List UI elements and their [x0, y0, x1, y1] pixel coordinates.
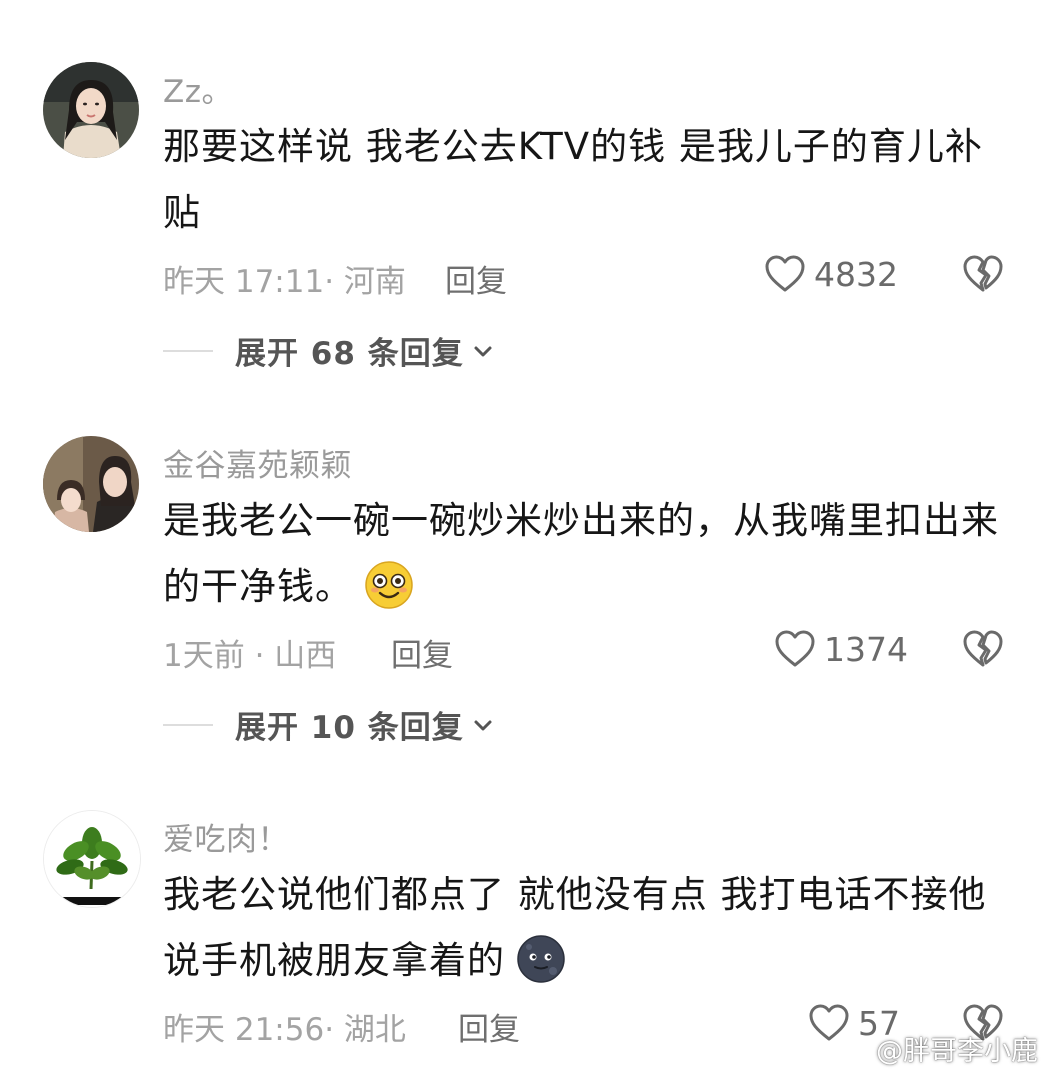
comment-text: 我老公说他们都点了 就他没有点 我打电话不接他说手机被朋友拿着的	[163, 862, 1003, 994]
like-count: 1374	[824, 629, 908, 669]
expand-replies-label: 展开 68 条回复	[235, 336, 464, 372]
reply-button[interactable]: 回复	[391, 630, 453, 675]
username[interactable]: 爱吃肉！	[163, 814, 289, 859]
divider-line	[163, 349, 213, 352]
username[interactable]: Zz。	[163, 66, 233, 111]
comment-meta: 1天前 · 山西	[163, 630, 336, 675]
comment-location: · 河南	[324, 264, 406, 300]
expand-replies-button[interactable]: 展开 10 条回复	[163, 702, 494, 747]
woman-portrait-icon	[43, 62, 139, 158]
chevron-down-icon	[474, 346, 492, 356]
expand-replies-button[interactable]: 展开 68 条回复	[163, 328, 494, 373]
dislike-button[interactable]	[962, 254, 1004, 294]
comment-time: 1天前	[163, 638, 245, 674]
heart-icon	[765, 255, 805, 292]
like-button[interactable]: 4832	[764, 254, 898, 294]
comment-list: Zz。 那要这样说 我老公去KTV的钱 是我儿子的育儿补贴 昨天 17:11· …	[0, 0, 1050, 1080]
comment-time: 昨天 17:11	[163, 264, 325, 300]
plant-icon	[44, 811, 140, 907]
reply-button[interactable]: 回复	[458, 1004, 520, 1049]
dislike-button[interactable]	[962, 629, 1004, 669]
comment-meta: 昨天 21:56· 湖北	[163, 1004, 406, 1049]
broken-heart-icon	[963, 255, 1003, 292]
like-button[interactable]: 1374	[774, 629, 908, 669]
avatar[interactable]	[43, 436, 139, 532]
avatar[interactable]	[43, 62, 139, 158]
chevron-down-icon	[474, 720, 492, 730]
comment-text: 那要这样说 我老公去KTV的钱 是我儿子的育儿补贴	[163, 125, 983, 234]
comment-location: · 山西	[244, 638, 337, 674]
weibo-logo-icon	[830, 1034, 868, 1063]
watermark-text: @胖哥李小鹿	[876, 1036, 1038, 1067]
watermark: @胖哥李小鹿	[830, 1029, 1038, 1068]
new-moon-face-emoji	[515, 933, 567, 985]
comment-meta: 昨天 17:11· 河南	[163, 256, 406, 301]
smiling-face-icon	[365, 560, 413, 609]
comment-text-content: 是我老公一碗一碗炒米炒出来的，从我嘴里扣出来的干净钱。	[163, 499, 999, 608]
comment-time: 昨天 21:56	[163, 1012, 325, 1048]
divider-line	[163, 723, 213, 726]
avatar[interactable]	[43, 810, 141, 908]
smiling-face-emoji	[363, 559, 415, 611]
expand-replies-label: 展开 10 条回复	[235, 710, 464, 746]
reply-button[interactable]: 回复	[445, 256, 507, 301]
comment-location: · 湖北	[324, 1012, 406, 1048]
new-moon-face-icon	[517, 934, 565, 983]
like-count: 4832	[814, 254, 898, 294]
broken-heart-icon	[963, 630, 1003, 667]
comment-text: 是我老公一碗一碗炒米炒出来的，从我嘴里扣出来的干净钱。	[163, 488, 1003, 620]
mother-child-portrait-icon	[43, 436, 139, 532]
heart-icon	[775, 630, 815, 667]
comment-text-content: 我老公说他们都点了 就他没有点 我打电话不接他说手机被朋友拿着的	[163, 873, 987, 982]
username[interactable]: 金谷嘉苑颖颖	[163, 440, 352, 485]
